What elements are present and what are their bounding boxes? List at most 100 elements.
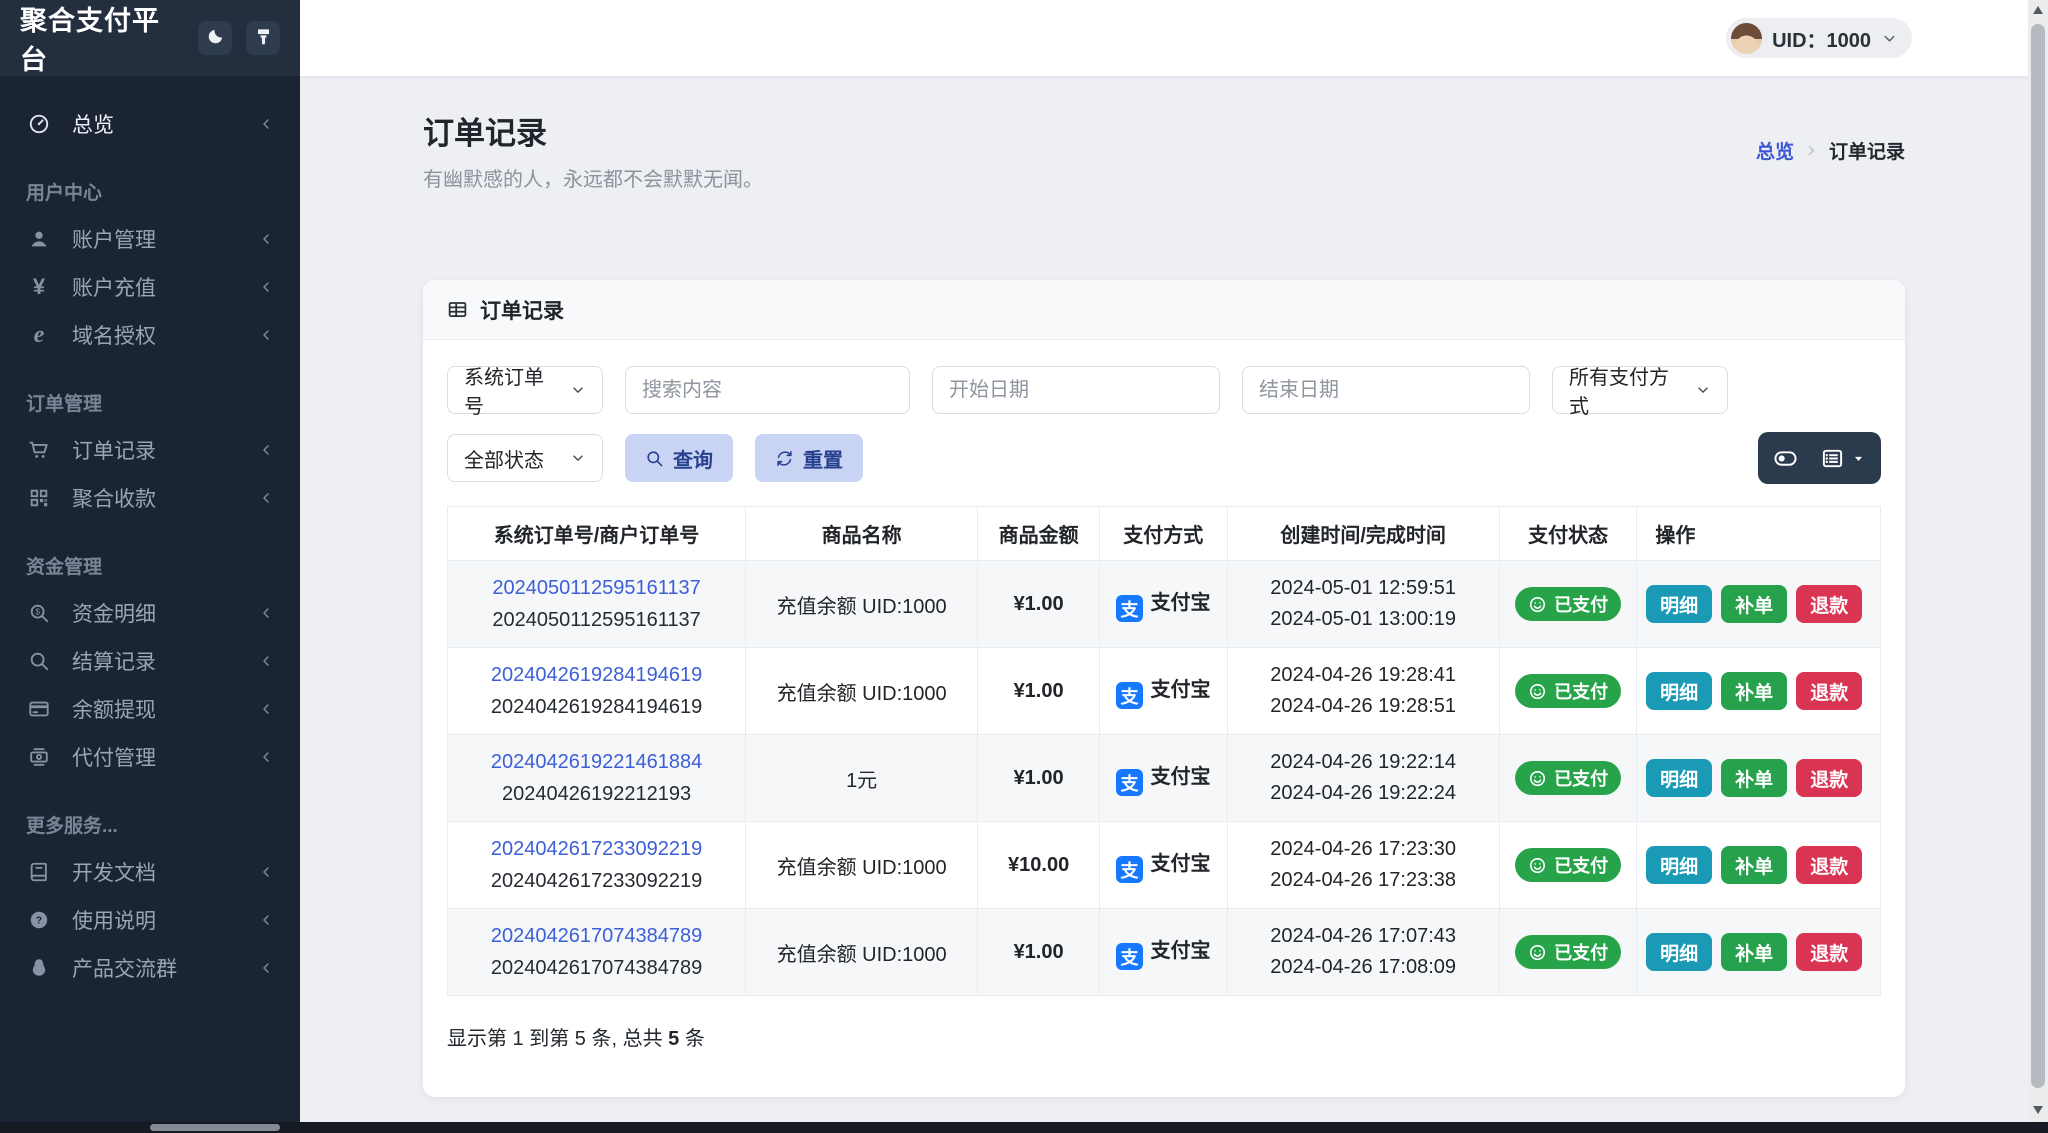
detail-button[interactable]: 明细 xyxy=(1646,672,1713,710)
sidebar-item[interactable]: 订单记录 xyxy=(0,426,300,474)
transfer-icon xyxy=(26,746,52,768)
completed-time: 2024-04-26 19:28:51 xyxy=(1270,695,1457,717)
end-date-input[interactable] xyxy=(1242,366,1530,414)
sidebar-item[interactable]: 代付管理 xyxy=(0,733,300,781)
created-time: 2024-04-26 19:22:14 xyxy=(1270,751,1457,773)
user-icon xyxy=(26,228,52,250)
brush-icon xyxy=(254,27,273,49)
sidebar-item[interactable]: e 域名授权 xyxy=(0,311,300,359)
sidebar-item[interactable]: ? 使用说明 xyxy=(0,896,300,944)
detail-button[interactable]: 明细 xyxy=(1646,846,1713,884)
app-title: 聚合支付平台 xyxy=(20,6,160,75)
search-input[interactable] xyxy=(625,366,910,414)
system-order-link[interactable]: 2024042617074384789 xyxy=(456,925,737,948)
vertical-scrollbar-thumb[interactable] xyxy=(2031,24,2045,1088)
explorer-icon: e xyxy=(33,322,45,348)
skin-button[interactable] xyxy=(246,21,280,55)
alipay-icon: 支 xyxy=(1115,856,1143,884)
chevron-down-icon xyxy=(1695,382,1711,398)
order-no-type-select[interactable]: 系统订单号 xyxy=(447,366,603,418)
supplement-button[interactable]: 补单 xyxy=(1721,933,1788,971)
page-title: 订单记录 xyxy=(423,116,547,151)
system-order-link[interactable]: 2024050112595161137 xyxy=(456,577,737,600)
sidebar-item[interactable]: 余额提现 xyxy=(0,685,300,733)
merchant-order-no: 20240426192212193 xyxy=(501,782,692,805)
user-menu[interactable]: UID：1000 xyxy=(1726,18,1912,58)
column-header: 商品金额 xyxy=(977,506,1100,561)
columns-dropdown-button[interactable] xyxy=(1809,432,1877,484)
list-icon xyxy=(1821,447,1844,470)
table-row: 2024042619221461884 20240426192212193 1元… xyxy=(446,734,1881,822)
sidebar-item[interactable]: 结算记录 xyxy=(0,637,300,685)
paid-status-badge: 已支付 xyxy=(1515,587,1622,621)
detail-button[interactable]: 明细 xyxy=(1646,585,1713,623)
merchant-order-no: 2024042617074384789 xyxy=(490,956,703,979)
status-select[interactable]: 全部状态 xyxy=(447,434,603,482)
system-order-link[interactable]: 2024042619284194619 xyxy=(456,664,737,687)
refund-button[interactable]: 退款 xyxy=(1796,585,1863,623)
payment-method-select[interactable]: 所有支付方式 xyxy=(1552,366,1728,418)
vertical-scrollbar[interactable] xyxy=(2028,0,2048,1122)
product-name: 充值余额 UID:1000 xyxy=(745,908,979,996)
scroll-down-button[interactable] xyxy=(2028,1106,2048,1114)
horizontal-scrollbar-thumb[interactable] xyxy=(150,1124,280,1131)
sidebar-item[interactable]: 产品交流群 xyxy=(0,944,300,992)
created-time: 2024-04-26 19:28:41 xyxy=(1270,664,1457,686)
chevron-left-icon xyxy=(258,327,274,343)
breadcrumb-overview-link[interactable]: 总览 xyxy=(1756,137,1794,164)
supplement-button[interactable]: 补单 xyxy=(1721,672,1788,710)
pagination-info: 显示第 1 到第 5 条, 总共 5 条 xyxy=(447,1028,705,1050)
refresh-icon xyxy=(775,449,794,468)
start-date-input[interactable] xyxy=(932,366,1220,414)
sidebar-item[interactable]: 开发文档 xyxy=(0,848,300,896)
column-header: 系统订单号/商户订单号 xyxy=(446,506,747,561)
sidebar-item[interactable]: 总览 xyxy=(0,100,300,148)
search-icon xyxy=(645,449,664,468)
sidebar-item[interactable]: $ 资金明细 xyxy=(0,589,300,637)
chevron-left-icon xyxy=(258,701,274,717)
scroll-up-button[interactable] xyxy=(2028,6,2048,14)
refund-button[interactable]: 退款 xyxy=(1796,846,1863,884)
supplement-button[interactable]: 补单 xyxy=(1721,759,1788,797)
qq-icon xyxy=(26,957,52,979)
chevron-left-icon xyxy=(258,442,274,458)
payment-method-label: 支付宝 xyxy=(1150,852,1211,875)
system-order-link[interactable]: 2024042617233092219 xyxy=(456,838,737,861)
smiley-icon xyxy=(1528,595,1547,614)
product-name: 充值余额 UID:1000 xyxy=(745,647,979,735)
gauge-icon xyxy=(26,113,52,135)
toggle-icon xyxy=(1774,447,1797,470)
sidebar-item[interactable]: ¥ 账户充值 xyxy=(0,263,300,311)
smiley-icon xyxy=(1528,769,1547,788)
paid-status-badge: 已支付 xyxy=(1515,761,1622,795)
card-view-toggle-button[interactable] xyxy=(1762,432,1809,484)
breadcrumb-current: 订单记录 xyxy=(1828,141,1905,163)
chevron-left-icon xyxy=(258,279,274,295)
reset-button[interactable]: 重置 xyxy=(755,434,863,482)
chevron-left-icon xyxy=(258,653,274,669)
system-order-link[interactable]: 2024042619221461884 xyxy=(456,751,737,774)
query-button[interactable]: 查询 xyxy=(625,434,733,482)
product-name: 充值余额 UID:1000 xyxy=(745,821,979,909)
svg-text:?: ? xyxy=(36,916,42,927)
sidebar: 聚合支付平台 总览 用户中心 账户管理 ¥ 账户充值 e 域名授权 订单管理 订… xyxy=(0,0,300,1133)
detail-button[interactable]: 明细 xyxy=(1646,759,1713,797)
sidebar-section-label: 用户中心 xyxy=(26,183,103,204)
sidebar-item[interactable]: 账户管理 xyxy=(0,215,300,263)
book-icon xyxy=(26,861,52,883)
payment-method-label: 支付宝 xyxy=(1150,765,1211,788)
detail-button[interactable]: 明细 xyxy=(1646,933,1713,971)
theme-toggle-button[interactable] xyxy=(198,21,232,55)
merchant-order-no: 2024042619284194619 xyxy=(490,695,703,718)
horizontal-scrollbar[interactable] xyxy=(0,1122,2048,1133)
supplement-button[interactable]: 补单 xyxy=(1721,585,1788,623)
refund-button[interactable]: 退款 xyxy=(1796,933,1863,971)
completed-time: 2024-04-26 17:08:09 xyxy=(1270,956,1457,978)
refund-button[interactable]: 退款 xyxy=(1796,672,1863,710)
refund-button[interactable]: 退款 xyxy=(1796,759,1863,797)
completed-time: 2024-04-26 17:23:38 xyxy=(1270,869,1457,891)
paid-status-badge: 已支付 xyxy=(1515,848,1622,882)
sidebar-item[interactable]: 聚合收款 xyxy=(0,474,300,522)
supplement-button[interactable]: 补单 xyxy=(1721,846,1788,884)
orders-head-row: 系统订单号/商户订单号 商品名称 商品金额 支付方式 创建时间/完成时间 支付状态 操作 xyxy=(446,506,1881,561)
